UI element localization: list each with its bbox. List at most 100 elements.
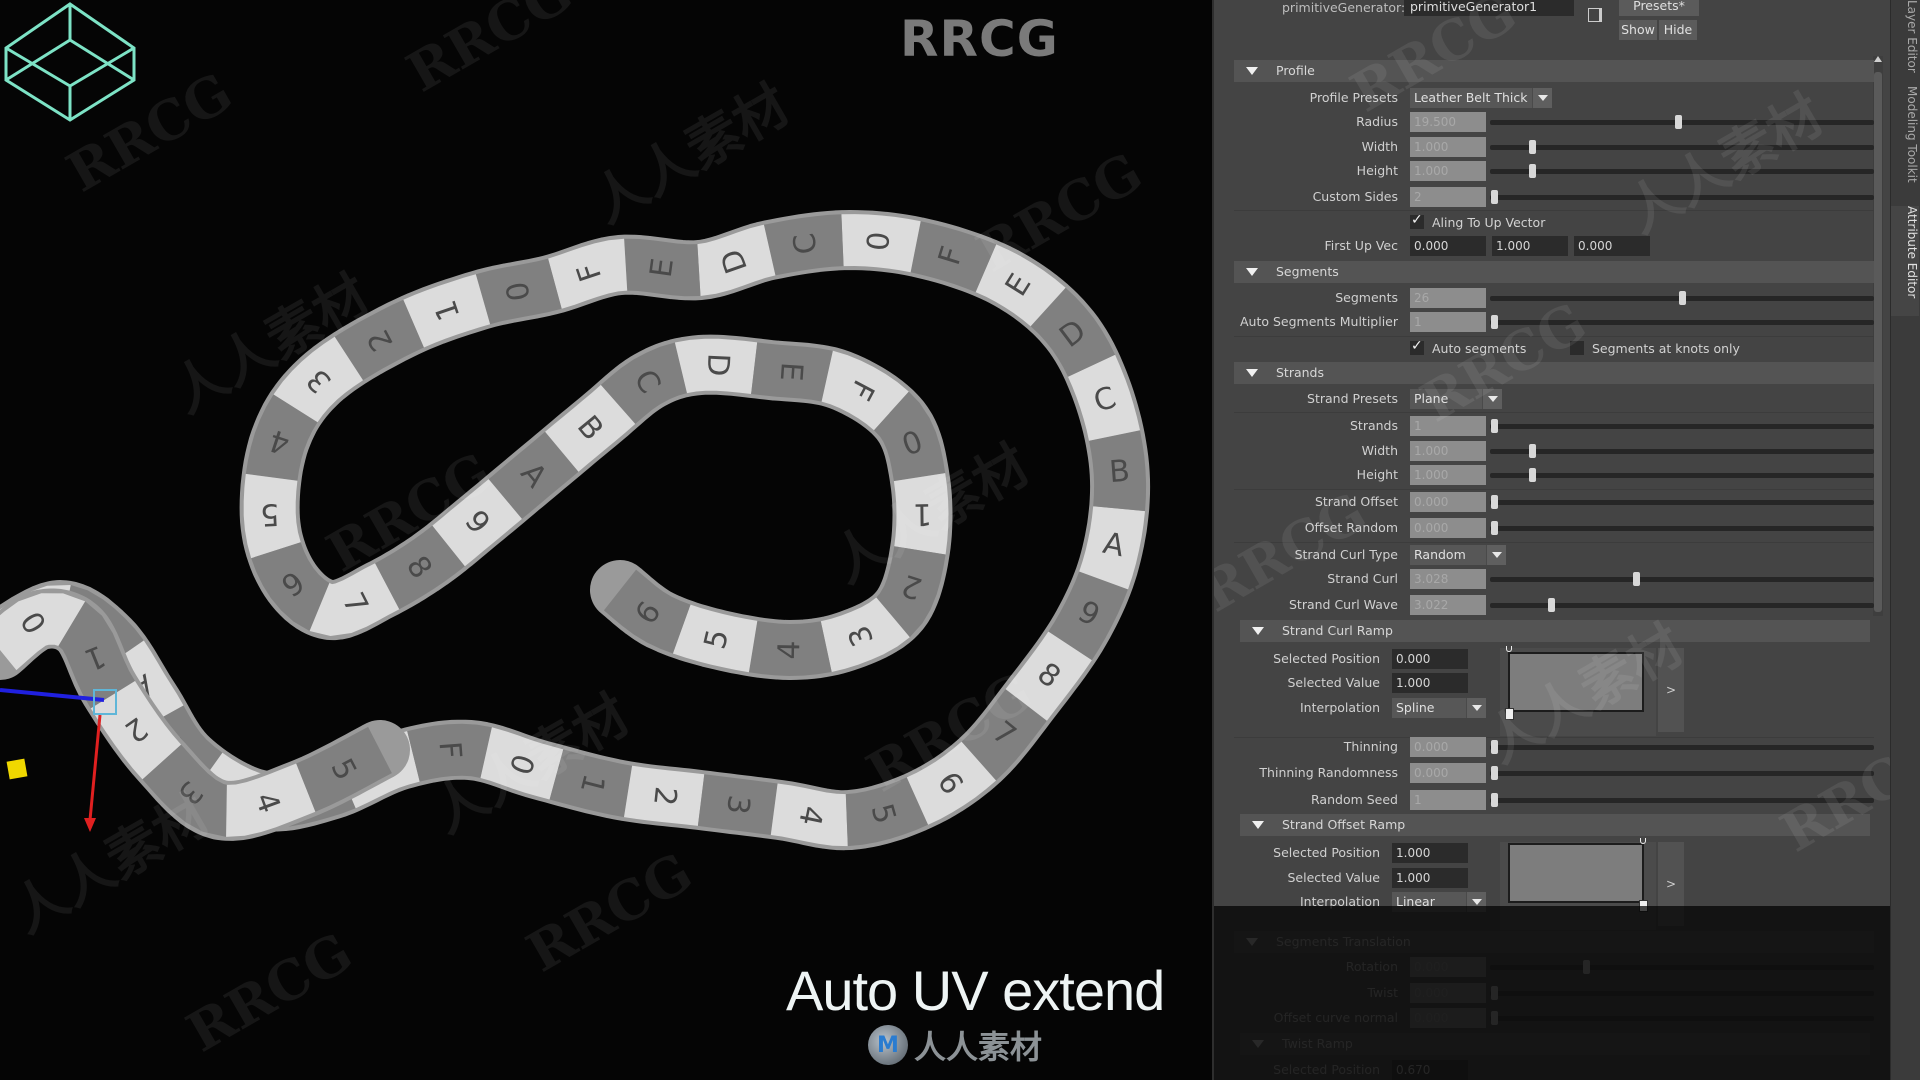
panel-scrollbar[interactable] bbox=[1873, 56, 1883, 616]
curl-ramp-graph[interactable] bbox=[1508, 652, 1644, 712]
profile-presets-dropdown[interactable]: Leather Belt Thick bbox=[1410, 88, 1552, 108]
profile-width-field[interactable]: 1.000 bbox=[1410, 137, 1486, 157]
first-up-vec-x-field[interactable]: 0.000 bbox=[1410, 236, 1486, 256]
slider-thumb[interactable] bbox=[1529, 468, 1537, 482]
chevron-down-icon[interactable] bbox=[1482, 389, 1502, 409]
scene-canvas[interactable]: 89ABCDEF0123456789ABCDEF0CDEF0123456789A… bbox=[0, 0, 1212, 1080]
slider-thumb[interactable] bbox=[1490, 521, 1498, 535]
slider-thumb[interactable] bbox=[1490, 190, 1498, 204]
auto-segments-multiplier-slider[interactable] bbox=[1490, 315, 1874, 329]
slider-thumb[interactable] bbox=[1529, 140, 1537, 154]
slider-thumb[interactable] bbox=[1490, 315, 1498, 329]
auto-segments-checkbox[interactable] bbox=[1410, 338, 1424, 355]
tab-attribute-editor[interactable]: Attribute Editor bbox=[1891, 206, 1919, 316]
section-profile[interactable]: Profile bbox=[1234, 60, 1874, 82]
profile-width-slider[interactable] bbox=[1490, 140, 1874, 154]
slider-thumb[interactable] bbox=[1632, 572, 1640, 586]
custom-sides-slider[interactable] bbox=[1490, 190, 1874, 204]
slider-thumb[interactable] bbox=[1490, 793, 1498, 807]
slider-thumb[interactable] bbox=[1490, 766, 1498, 780]
node-name-field[interactable]: primitiveGenerator1 bbox=[1404, 0, 1574, 16]
ramp-top-handle-icon[interactable] bbox=[1640, 838, 1646, 844]
segments-at-knots-checkbox[interactable] bbox=[1570, 341, 1584, 355]
strand-curl-type-dropdown[interactable]: Random bbox=[1410, 545, 1506, 565]
offset-ramp-value-field[interactable]: 1.000 bbox=[1392, 868, 1468, 888]
chevron-down-icon[interactable] bbox=[1532, 88, 1552, 108]
slider-thumb[interactable] bbox=[1490, 419, 1498, 433]
segments-field[interactable]: 26 bbox=[1410, 288, 1486, 308]
ramp-bottom-handle-icon[interactable] bbox=[1505, 708, 1514, 720]
strand-offset-slider[interactable] bbox=[1490, 495, 1874, 509]
offset-ramp-graph[interactable] bbox=[1508, 843, 1644, 903]
section-strand-offset-ramp[interactable]: Strand Offset Ramp bbox=[1240, 814, 1870, 836]
scroll-up-icon[interactable] bbox=[1874, 56, 1882, 62]
profile-height-field[interactable]: 1.000 bbox=[1410, 161, 1486, 181]
scrollbar-handle[interactable] bbox=[1874, 72, 1882, 612]
radius-slider[interactable] bbox=[1490, 115, 1874, 129]
slider-thumb[interactable] bbox=[1548, 598, 1556, 612]
tab-modeling-toolkit[interactable]: Modeling Toolkit bbox=[1891, 86, 1919, 196]
thinning-randomness-field[interactable]: 0.000 bbox=[1410, 763, 1486, 783]
custom-sides-field[interactable]: 2 bbox=[1410, 187, 1486, 207]
thinning-randomness-slider[interactable] bbox=[1490, 766, 1874, 780]
offset-ramp-position-field[interactable]: 1.000 bbox=[1392, 843, 1468, 863]
slider-thumb[interactable] bbox=[1529, 164, 1537, 178]
strand-offset-field[interactable]: 0.000 bbox=[1410, 492, 1486, 512]
align-up-vector-checkbox[interactable] bbox=[1410, 212, 1424, 229]
segments-slider[interactable] bbox=[1490, 291, 1874, 305]
strand-curl-slider[interactable] bbox=[1490, 572, 1874, 586]
strand-width-field[interactable]: 1.000 bbox=[1410, 441, 1486, 461]
section-strand-curl-ramp[interactable]: Strand Curl Ramp bbox=[1240, 620, 1870, 642]
slider-thumb[interactable] bbox=[1490, 495, 1498, 509]
collapse-triangle-icon[interactable] bbox=[1252, 627, 1264, 635]
auto-segments-multiplier-field[interactable]: 1 bbox=[1410, 312, 1486, 332]
collapse-triangle-icon[interactable] bbox=[1246, 268, 1258, 276]
strands-field[interactable]: 1 bbox=[1410, 416, 1486, 436]
thinning-slider[interactable] bbox=[1490, 740, 1874, 754]
first-up-vec-z-field[interactable]: 0.000 bbox=[1574, 236, 1650, 256]
slider-thumb[interactable] bbox=[1529, 444, 1537, 458]
strand-curl-field[interactable]: 3.028 bbox=[1410, 569, 1486, 589]
strand-height-field[interactable]: 1.000 bbox=[1410, 465, 1486, 485]
strand-curl-wave-field[interactable]: 3.022 bbox=[1410, 595, 1486, 615]
axis-x-arrow-icon bbox=[84, 818, 96, 832]
chevron-down-icon[interactable] bbox=[1466, 698, 1486, 718]
curl-ramp-position-field[interactable]: 0.000 bbox=[1392, 649, 1468, 669]
slider-thumb[interactable] bbox=[1675, 115, 1683, 129]
collapse-triangle-icon[interactable] bbox=[1252, 821, 1264, 829]
section-segments[interactable]: Segments bbox=[1234, 261, 1874, 283]
presets-button[interactable]: Presets* bbox=[1619, 0, 1699, 16]
slider-thumb[interactable] bbox=[1490, 740, 1498, 754]
ramp-top-handle-icon[interactable] bbox=[1506, 646, 1512, 652]
offset-random-slider[interactable] bbox=[1490, 521, 1874, 535]
hide-button[interactable]: Hide bbox=[1659, 20, 1697, 40]
strands-slider[interactable] bbox=[1490, 419, 1874, 433]
collapse-triangle-icon[interactable] bbox=[1246, 67, 1258, 75]
slider-thumb[interactable] bbox=[1679, 291, 1686, 305]
radius-field[interactable]: 19.500 bbox=[1410, 112, 1486, 132]
curl-ramp-value-field[interactable]: 1.000 bbox=[1392, 673, 1468, 693]
strand-curl-wave-slider[interactable] bbox=[1490, 598, 1874, 612]
strand-presets-dropdown[interactable]: Plane bbox=[1410, 389, 1502, 409]
strand-width-slider[interactable] bbox=[1490, 444, 1874, 458]
chevron-down-icon[interactable] bbox=[1486, 545, 1506, 565]
tab-layer-editor[interactable]: Layer Editor bbox=[1891, 0, 1919, 80]
strand-height-slider[interactable] bbox=[1490, 468, 1874, 482]
random-seed-slider[interactable] bbox=[1490, 793, 1874, 807]
first-up-vec-y-field[interactable]: 1.000 bbox=[1492, 236, 1568, 256]
belt-label: E bbox=[773, 361, 809, 382]
curl-ramp-interpolation-dropdown[interactable]: Spline bbox=[1392, 698, 1486, 718]
random-seed-field[interactable]: 1 bbox=[1410, 790, 1486, 810]
curl-ramp-expand-button[interactable]: > bbox=[1658, 648, 1684, 732]
brand-watermark: M 人人素材 bbox=[868, 1022, 1042, 1068]
field-label: Profile Presets bbox=[1309, 90, 1398, 105]
3d-viewport[interactable]: 89ABCDEF0123456789ABCDEF0CDEF0123456789A… bbox=[0, 0, 1212, 1080]
show-button[interactable]: Show bbox=[1619, 20, 1657, 40]
collapse-triangle-icon[interactable] bbox=[1246, 369, 1258, 377]
thinning-field[interactable]: 0.000 bbox=[1410, 737, 1486, 757]
thinning-row: Thinning 0.000 bbox=[1214, 737, 1874, 757]
profile-height-slider[interactable] bbox=[1490, 164, 1874, 178]
offset-random-field[interactable]: 0.000 bbox=[1410, 518, 1486, 538]
focus-node-icon[interactable] bbox=[1588, 8, 1602, 22]
section-strands[interactable]: Strands bbox=[1234, 362, 1874, 384]
